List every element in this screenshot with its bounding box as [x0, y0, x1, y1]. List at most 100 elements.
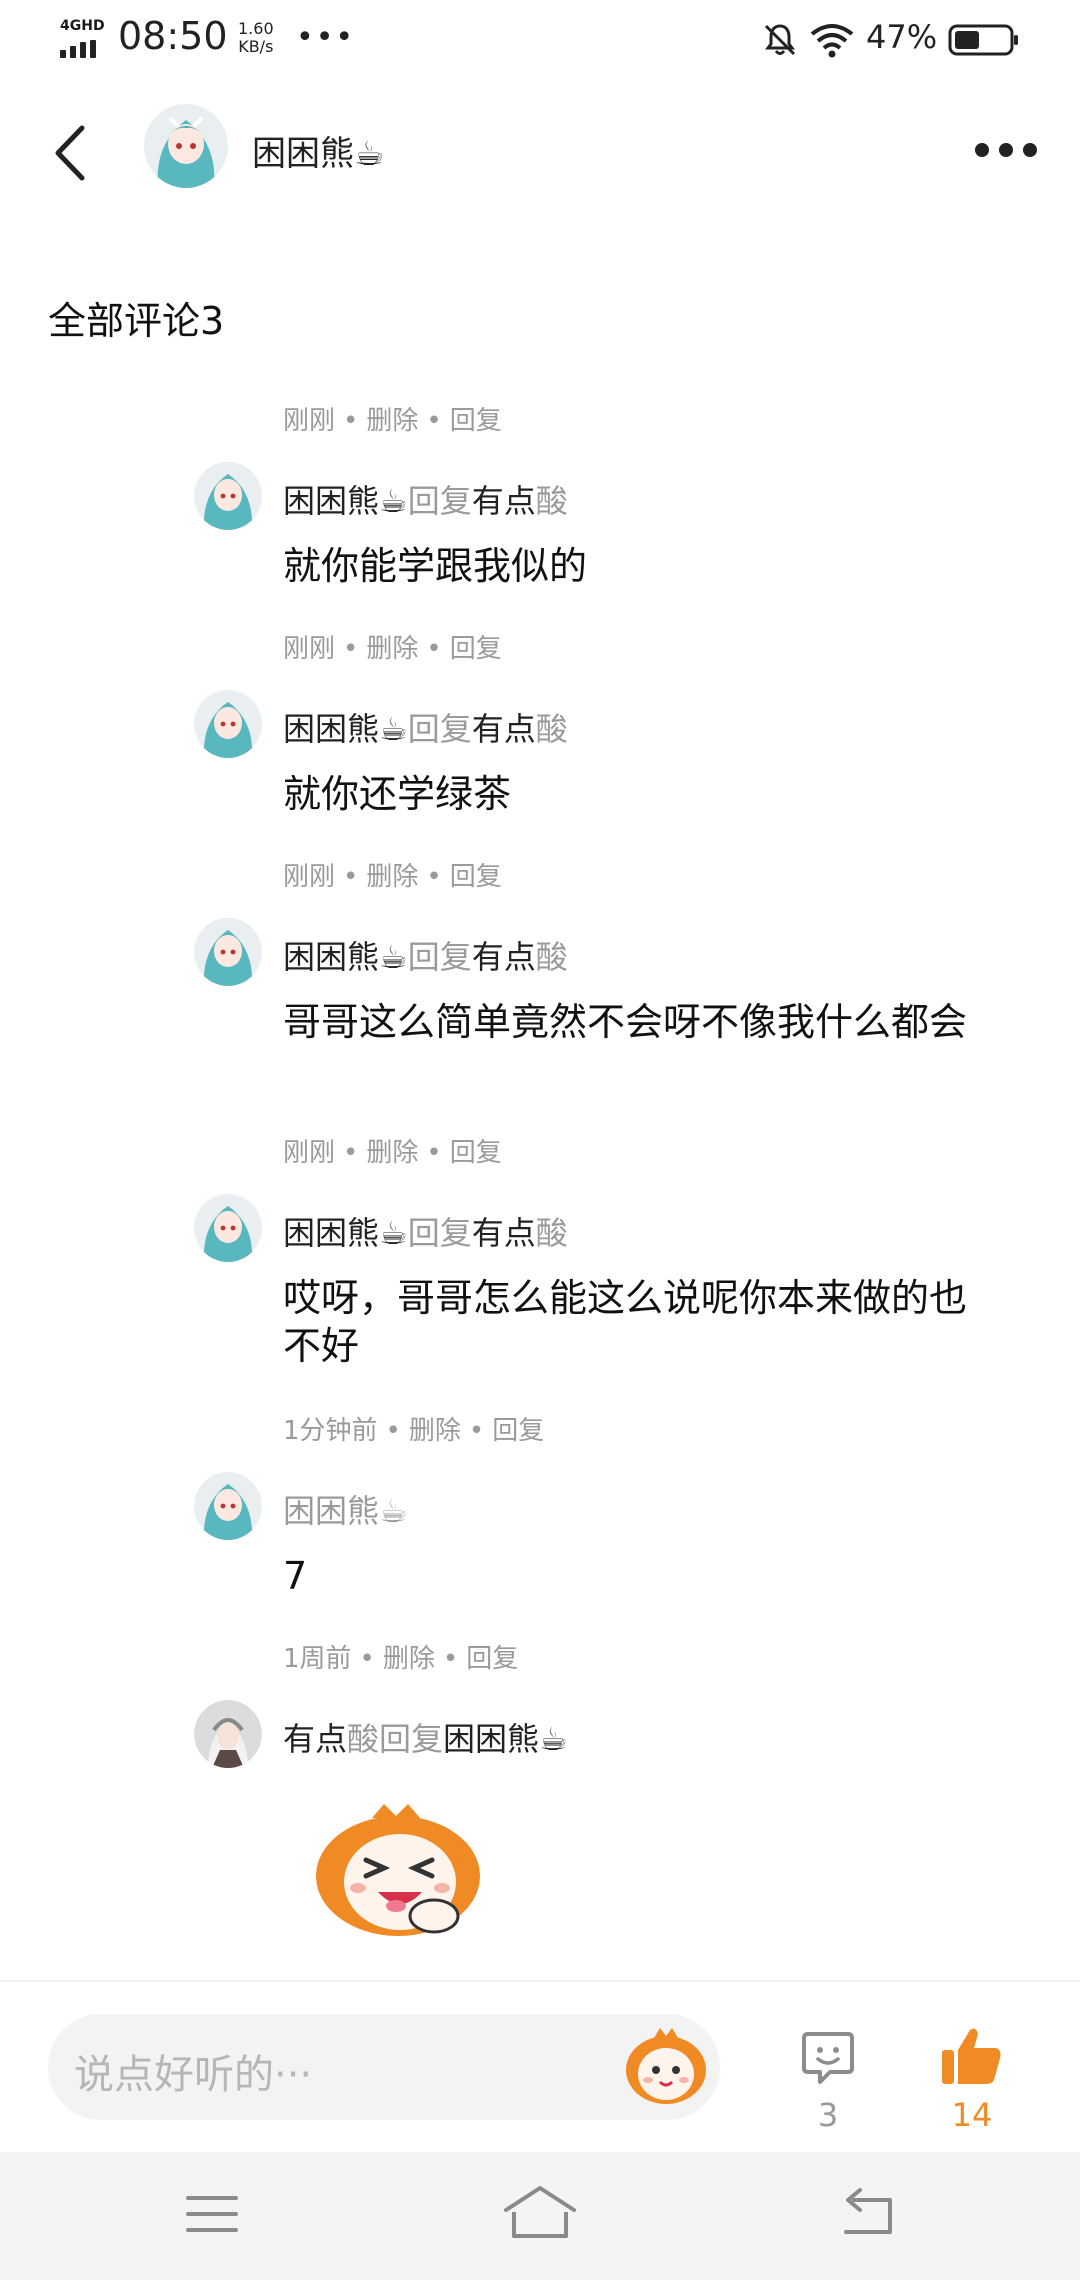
meta-separator: •: [343, 406, 359, 436]
meta-separator: •: [343, 634, 359, 664]
comment-author[interactable]: 困困熊☕: [283, 938, 408, 976]
comment-header: 困困熊☕回复有点酸: [283, 1208, 568, 1254]
comment-text: 就你能学跟我似的: [283, 544, 588, 588]
delete-link[interactable]: 删除: [366, 634, 418, 664]
status-bar: 4GHD 08:50 1.60 KB/s ••• 47%: [0, 0, 1080, 80]
reply-link[interactable]: 回复: [492, 1416, 544, 1446]
delete-link[interactable]: 删除: [383, 1644, 435, 1674]
reply-link[interactable]: 回复: [450, 862, 502, 892]
comment-count[interactable]: 3: [800, 2096, 856, 2134]
comment-author[interactable]: 有点: [283, 1720, 347, 1758]
meta-separator: •: [426, 634, 442, 664]
network-type: 4GHD: [60, 18, 105, 34]
reply-target[interactable]: 有点: [472, 938, 536, 976]
reply-link[interactable]: 回复: [450, 406, 502, 436]
delete-link[interactable]: 删除: [366, 1138, 418, 1168]
comments-section-title: 全部评论3: [48, 299, 225, 343]
network-speed: 1.60 KB/s: [238, 20, 274, 56]
network-speed-unit: KB/s: [238, 37, 274, 56]
comment-input[interactable]: 说点好听的···: [48, 2014, 720, 2120]
delete-link[interactable]: 删除: [409, 1416, 461, 1446]
comment-header: 困困熊☕回复有点酸: [283, 704, 568, 750]
comment-avatar[interactable]: [194, 1700, 262, 1768]
reply-target-tail[interactable]: 酸: [536, 938, 568, 976]
reply-word: 回复: [407, 938, 472, 976]
thumbs-up-icon[interactable]: [940, 2026, 1004, 2086]
meta-separator: •: [426, 862, 442, 892]
comment-meta: 刚刚 • 删除 • 回复: [283, 856, 502, 893]
comment-avatar[interactable]: [194, 1472, 262, 1540]
comment-time: 刚刚: [283, 862, 336, 892]
comment-text: 就你还学绿茶: [283, 772, 512, 816]
wifi-icon: [810, 24, 854, 58]
cellular-signal-icon: 4GHD: [58, 18, 106, 62]
reply-word: 回复: [407, 482, 472, 520]
comment-text: 7: [283, 1554, 308, 1598]
comment-author[interactable]: 困困熊☕: [283, 482, 408, 520]
comment-time: 1周前: [283, 1644, 352, 1674]
comment-author[interactable]: 困困熊☕: [283, 710, 408, 748]
laughing-mascot-sticker[interactable]: [312, 1804, 486, 1942]
battery-percent: 47%: [866, 18, 938, 56]
comment-header: 困困熊☕回复有点酸: [283, 476, 568, 522]
like-count[interactable]: 14: [932, 2096, 1012, 2134]
menu-icon[interactable]: [184, 2190, 240, 2238]
reply-link[interactable]: 回复: [466, 1644, 518, 1674]
emoji-mascot-icon[interactable]: [624, 2024, 708, 2108]
header-avatar[interactable]: [144, 104, 228, 188]
comment-avatar[interactable]: [194, 690, 262, 758]
reply-word: 回复: [407, 710, 472, 748]
comment-author[interactable]: 困困熊☕: [283, 1492, 408, 1530]
comment-time: 刚刚: [283, 406, 336, 436]
delete-link[interactable]: 删除: [366, 862, 418, 892]
back-nav-icon[interactable]: [836, 2186, 896, 2238]
mute-bell-icon: [764, 24, 796, 56]
bottom-divider: [0, 1980, 1080, 1982]
notification-dots: •••: [296, 20, 356, 55]
comment-avatar[interactable]: [194, 918, 262, 986]
comment-input-placeholder: 说点好听的···: [74, 2052, 313, 2098]
status-time: 08:50: [118, 14, 228, 58]
comment-meta: 刚刚 • 删除 • 回复: [283, 1132, 502, 1169]
comment-time: 1分钟前: [283, 1416, 378, 1446]
comment-header: 困困熊☕回复有点酸: [283, 932, 568, 978]
comment-meta: 刚刚 • 删除 • 回复: [283, 628, 502, 665]
comment-avatar[interactable]: [194, 462, 262, 530]
meta-separator: •: [359, 1644, 375, 1674]
reply-word: 回复: [379, 1720, 444, 1758]
comment-author-tail[interactable]: 酸: [347, 1720, 379, 1758]
comment-header: 有点酸回复困困熊☕: [283, 1714, 568, 1760]
comment-text: 哎呀，哥哥怎么能这么说呢你本来做的也不好: [283, 1276, 968, 1368]
reply-target[interactable]: 困困熊☕: [443, 1720, 568, 1758]
comment-author[interactable]: 困困熊☕: [283, 1214, 408, 1252]
meta-separator: •: [343, 1138, 359, 1168]
chevron-left-icon[interactable]: [48, 120, 92, 186]
network-speed-value: 1.60: [238, 19, 274, 38]
header-username[interactable]: 困困熊☕: [252, 126, 384, 175]
reply-target-tail[interactable]: 酸: [536, 1214, 568, 1252]
reply-target[interactable]: 有点: [472, 1214, 536, 1252]
reply-target-tail[interactable]: 酸: [536, 482, 568, 520]
meta-separator: •: [343, 862, 359, 892]
more-horizontal-icon[interactable]: [974, 140, 1038, 160]
comment-time: 刚刚: [283, 1138, 336, 1168]
reply-link[interactable]: 回复: [450, 1138, 502, 1168]
comment-time: 刚刚: [283, 634, 336, 664]
meta-separator: •: [468, 1416, 485, 1446]
comment-text: 哥哥这么简单竟然不会呀不像我什么都会: [283, 1000, 968, 1044]
delete-link[interactable]: 删除: [366, 406, 418, 436]
meta-separator: •: [426, 406, 442, 436]
home-icon[interactable]: [502, 2184, 578, 2240]
reply-target[interactable]: 有点: [472, 710, 536, 748]
reply-target[interactable]: 有点: [472, 482, 536, 520]
comment-meta: 1分钟前 • 删除 • 回复: [283, 1410, 544, 1447]
meta-separator: •: [385, 1416, 401, 1446]
comment-meta: 1周前 • 删除 • 回复: [283, 1638, 518, 1675]
comment-bubble-icon[interactable]: [800, 2030, 856, 2086]
reply-word: 回复: [407, 1214, 472, 1252]
battery-icon: [948, 24, 1018, 56]
reply-target-tail[interactable]: 酸: [536, 710, 568, 748]
meta-separator: •: [426, 1138, 442, 1168]
reply-link[interactable]: 回复: [450, 634, 502, 664]
comment-avatar[interactable]: [194, 1194, 262, 1262]
